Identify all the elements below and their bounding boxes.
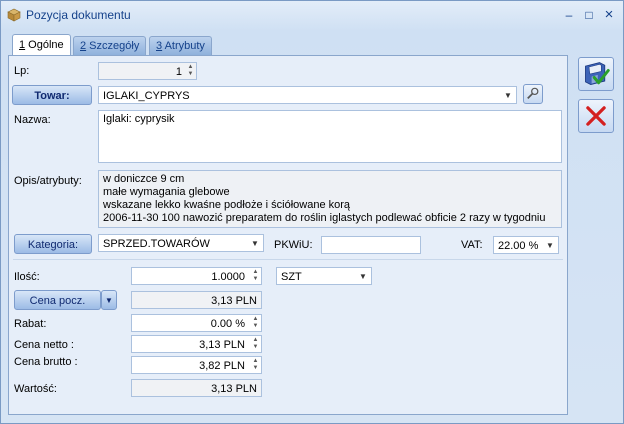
towar-value: IGLAKI_CYPRYS bbox=[103, 90, 190, 102]
tab-ogolne-label: Ogólne bbox=[25, 39, 64, 51]
unit-combo[interactable]: SZT ▼ bbox=[276, 267, 372, 285]
kategoria-dropdown-icon[interactable]: ▼ bbox=[249, 235, 261, 251]
towar-button[interactable]: Towar: bbox=[12, 85, 92, 105]
ilosc-label: Ilość: bbox=[14, 271, 40, 283]
nazwa-label: Nazwa: bbox=[14, 114, 51, 126]
cancel-button[interactable] bbox=[578, 99, 614, 133]
ilosc-value: 1.0000 bbox=[211, 271, 245, 283]
ilosc-field[interactable]: 1.0000 ▲ ▼ bbox=[131, 267, 262, 285]
opis-line: wskazane lekko kwaśne podłoże i ściółowa… bbox=[103, 199, 351, 211]
cena-pocz-button[interactable]: Cena pocz. bbox=[14, 290, 101, 310]
rabat-value: 0.00 % bbox=[210, 318, 245, 330]
opis-textarea[interactable]: w doniczce 9 cm małe wymagania glebowe w… bbox=[98, 170, 562, 228]
rabat-spinner-icon[interactable]: ▲ ▼ bbox=[251, 316, 260, 330]
cena-netto-label: Cena netto : bbox=[14, 339, 74, 351]
cena-pocz-dropdown-icon[interactable]: ▼ bbox=[101, 290, 117, 310]
minimize-button[interactable]: – bbox=[561, 7, 577, 23]
towar-combo[interactable]: IGLAKI_CYPRYS ▼ bbox=[98, 86, 517, 104]
wartosc-label: Wartość: bbox=[14, 383, 57, 395]
nazwa-value: Iglaki: cyprysik bbox=[103, 113, 175, 125]
cena-pocz-field: 3,13 PLN bbox=[131, 291, 262, 309]
window-title: Pozycja dokumentu bbox=[26, 8, 131, 22]
nazwa-textarea[interactable]: Iglaki: cyprysik bbox=[98, 110, 562, 163]
cena-brutto-field[interactable]: 3,82 PLN ▲ ▼ bbox=[131, 356, 262, 374]
towar-dropdown-icon[interactable]: ▼ bbox=[502, 87, 514, 103]
close-button[interactable]: × bbox=[601, 7, 617, 23]
lp-label: Lp: bbox=[14, 65, 30, 77]
rabat-field[interactable]: 0.00 % ▲ ▼ bbox=[131, 314, 262, 332]
box-icon bbox=[7, 8, 21, 22]
cena-netto-field[interactable]: 3,13 PLN ▲ ▼ bbox=[131, 335, 262, 353]
opis-line: w doniczce 9 cm bbox=[103, 173, 185, 185]
cena-netto-value: 3,13 PLN bbox=[199, 339, 245, 351]
opis-line: 2006-11-30 100 nawozić preparatem do roś… bbox=[103, 212, 546, 224]
opis-line: małe wymagania glebowe bbox=[103, 186, 230, 198]
tab-ogolne[interactable]: 1 Ogólne bbox=[12, 34, 71, 55]
save-button[interactable] bbox=[578, 57, 614, 91]
vat-combo[interactable]: 22.00 % ▼ bbox=[493, 236, 559, 254]
lp-field[interactable]: 1 ▲ ▼ bbox=[98, 62, 197, 80]
opis-label: Opis/atrybuty: bbox=[14, 175, 82, 187]
cena-pocz-value: 3,13 PLN bbox=[211, 295, 257, 307]
magnifier-icon bbox=[527, 87, 539, 99]
vat-dropdown-icon[interactable]: ▼ bbox=[544, 237, 556, 253]
pkwiu-label: PKWiU: bbox=[274, 239, 313, 251]
cena-brutto-spinner-icon[interactable]: ▲ ▼ bbox=[251, 358, 260, 372]
tab-atrybuty-label: Atrybuty bbox=[162, 40, 205, 52]
tab-szczegoly[interactable]: 2 Szczegóły bbox=[73, 36, 147, 55]
lp-spinner-icon[interactable]: ▲ ▼ bbox=[186, 64, 195, 78]
kategoria-combo[interactable]: SPRZED.TOWARÓW ▼ bbox=[98, 234, 264, 252]
cena-brutto-value: 3,82 PLN bbox=[199, 360, 245, 372]
red-x-icon bbox=[586, 106, 606, 126]
towar-lookup-button[interactable] bbox=[523, 84, 543, 104]
cena-netto-spinner-icon[interactable]: ▲ ▼ bbox=[251, 337, 260, 351]
ilosc-spinner-icon[interactable]: ▲ ▼ bbox=[251, 269, 260, 283]
rabat-label: Rabat: bbox=[14, 318, 47, 330]
wartosc-value: 3,13 PLN bbox=[211, 383, 257, 395]
titlebar[interactable]: Pozycja dokumentu – □ × bbox=[1, 1, 623, 29]
vat-label: VAT: bbox=[461, 239, 483, 251]
lp-value: 1 bbox=[175, 66, 182, 78]
tab-atrybuty[interactable]: 3 Atrybuty bbox=[149, 36, 212, 55]
maximize-button[interactable]: □ bbox=[581, 7, 597, 23]
cena-brutto-label: Cena brutto : bbox=[14, 356, 78, 368]
pkwiu-input[interactable] bbox=[321, 236, 421, 254]
kategoria-button[interactable]: Kategoria: bbox=[14, 234, 92, 254]
tab-szczegoly-label: Szczegóły bbox=[86, 40, 140, 52]
unit-dropdown-icon[interactable]: ▼ bbox=[357, 268, 369, 284]
wartosc-field: 3,13 PLN bbox=[131, 379, 262, 397]
dialog-window: Pozycja dokumentu – □ × 1 Ogólne 2 Szcze… bbox=[0, 0, 624, 424]
kategoria-value: SPRZED.TOWARÓW bbox=[103, 238, 210, 250]
unit-value: SZT bbox=[281, 271, 302, 283]
save-disk-check-icon bbox=[585, 62, 610, 85]
vat-value: 22.00 % bbox=[498, 240, 539, 252]
